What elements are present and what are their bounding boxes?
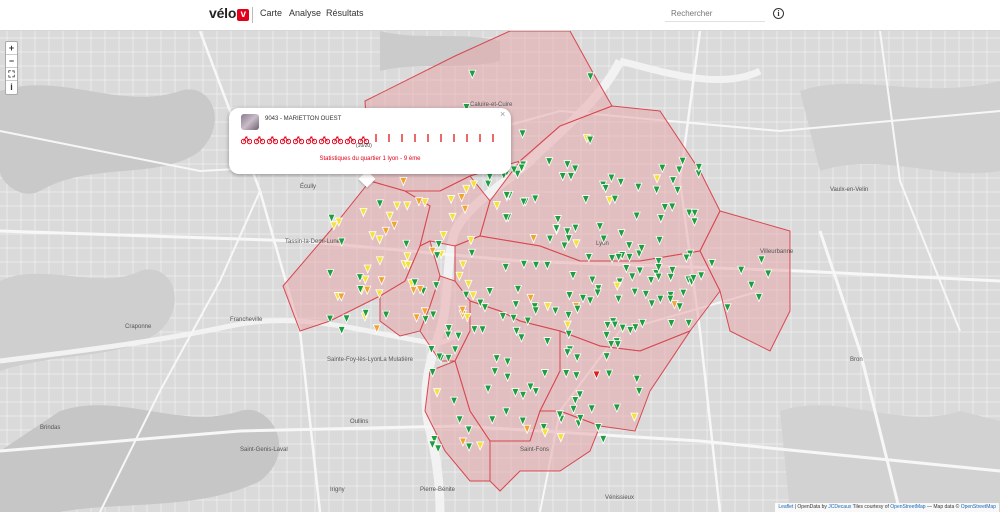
map-label-ecully: Écully <box>300 183 316 190</box>
map-label-venissieux: Vénissieux <box>605 495 634 501</box>
bike-icon <box>266 132 279 145</box>
district-stats-link[interactable]: Statistiques du quartier 1 lyon - 9 ème <box>229 156 511 162</box>
empty-slot <box>453 134 455 142</box>
logo-text: vélo <box>209 5 237 21</box>
map-label-vaulx: Vaulx-en-Velin <box>830 187 868 193</box>
empty-slot <box>401 134 403 142</box>
bike-icon <box>279 132 292 145</box>
bike-icon <box>292 132 305 145</box>
search-input[interactable] <box>665 6 765 22</box>
map-label-irigny: Irigny <box>330 487 345 493</box>
bike-icon <box>331 132 344 145</box>
map-label-oullins: Oullins <box>350 419 368 425</box>
osm-link-2[interactable]: OpenStreetMap <box>961 504 996 510</box>
nav-analyse[interactable]: Analyse <box>289 8 321 18</box>
top-bar: vélov Carte Analyse Résultats i <box>0 0 1000 31</box>
map-label-sainte-foy: Sainte-Foy-lès-Lyon <box>327 357 380 363</box>
empty-slot <box>388 134 390 142</box>
empty-slot <box>466 134 468 142</box>
close-icon[interactable]: × <box>500 109 505 119</box>
map-label-villeurbanne: Villeurbanne <box>760 249 794 255</box>
info-button[interactable]: i <box>6 81 17 94</box>
attribution-opendata: | OpenData by <box>794 504 827 510</box>
map-label-craponne: Craponne <box>125 324 152 330</box>
empty-slot <box>414 134 416 142</box>
map-label-tassin: Tassin-la-Demi-Lune <box>285 239 341 245</box>
zoom-in-button[interactable]: + <box>6 42 17 55</box>
empty-slot <box>479 134 481 142</box>
logo-mark: v <box>237 9 250 21</box>
info-circle-icon[interactable]: i <box>773 8 784 19</box>
map-attribution: Leaflet | OpenData by JCDecaux Tiles cou… <box>775 503 999 512</box>
bike-icon <box>318 132 331 145</box>
map-label-saint-fons: Saint-Fons <box>520 447 549 453</box>
bike-icon <box>305 132 318 145</box>
bike-count: (10/20) <box>356 143 372 149</box>
map-label-lyon: Lyon <box>596 241 609 247</box>
empty-slot <box>427 134 429 142</box>
fullscreen-icon[interactable]: ⛶ <box>6 68 17 81</box>
map-controls: + − ⛶ i <box>5 41 18 95</box>
zoom-out-button[interactable]: − <box>6 55 17 68</box>
empty-slot <box>492 134 494 142</box>
bike-icon <box>253 132 266 145</box>
map-label-pierre-benite: Pierre-Bénite <box>420 487 456 493</box>
map-canvas[interactable]: Lyon Villeurbanne Bron Vénissieux Vaulx-… <box>0 31 1000 512</box>
logo-divider <box>252 7 253 23</box>
empty-slot <box>375 134 377 142</box>
jcdecaux-link[interactable]: JCDecaux <box>828 504 851 510</box>
empty-slot <box>440 134 442 142</box>
bike-icon <box>357 132 370 145</box>
velov-logo[interactable]: vélo v <box>209 5 250 21</box>
attribution-tiles: Tiles courtesy of <box>852 504 889 510</box>
bike-icon <box>240 132 253 145</box>
leaflet-link[interactable]: Leaflet <box>778 504 793 510</box>
app-root: vélov Carte Analyse Résultats i <box>0 0 1000 512</box>
osm-link[interactable]: OpenStreetMap <box>890 504 925 510</box>
attribution-mapdata: — Map data © <box>926 504 960 510</box>
map-label-francheville: Francheville <box>230 317 263 323</box>
nav-resultats[interactable]: Résultats <box>326 8 364 18</box>
map-label-bron: Bron <box>850 357 863 363</box>
map-label-saint-genis: Saint-Genis-Laval <box>240 447 288 453</box>
station-title: 9043 - MARIETTON OUEST <box>265 116 342 122</box>
bike-icon <box>344 132 357 145</box>
nav-carte[interactable]: Carte <box>260 8 282 18</box>
map-label-la-mulatiere: La Mulatière <box>380 357 414 363</box>
station-photo <box>241 114 259 130</box>
map-label-brindas: Brindas <box>40 425 60 431</box>
station-popup: × 9043 - MARIETTON OUEST (10/20) Statist… <box>229 108 511 174</box>
map-layer[interactable]: Lyon Villeurbanne Bron Vénissieux Vaulx-… <box>0 31 1000 512</box>
